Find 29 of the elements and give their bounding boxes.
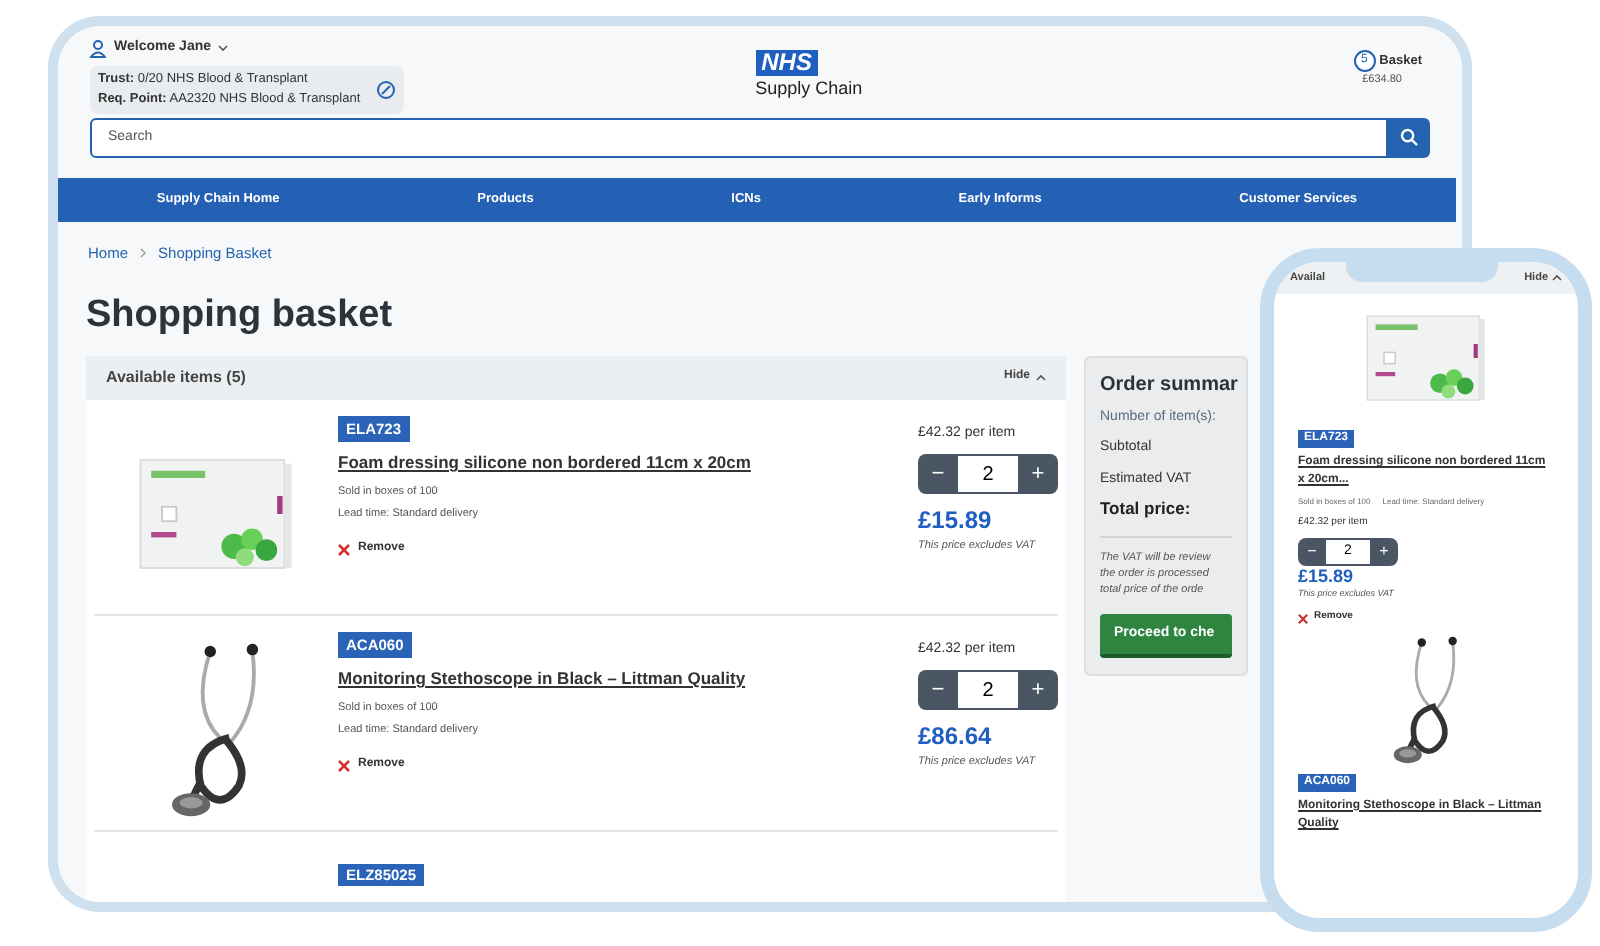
decrease-button[interactable]: −: [918, 670, 958, 711]
chevron-up-icon: [1552, 274, 1562, 282]
increase-button[interactable]: +: [1018, 670, 1058, 711]
decrease-button[interactable]: −: [918, 454, 958, 495]
quantity-field[interactable]: 2: [958, 454, 1018, 495]
product-link[interactable]: Monitoring Stethoscope in Black – Littman Quality: [338, 666, 746, 692]
chevron-down-icon: [217, 44, 228, 53]
chevron-right-icon: [140, 247, 147, 258]
page-title: Shopping basket: [84, 291, 395, 340]
product-link[interactable]: Foam dressing silicone non bordered 11cm x 20cm: [338, 450, 751, 476]
chevron-up-icon: [1036, 373, 1046, 382]
decrease-button[interactable]: −: [1298, 537, 1326, 565]
close-icon: [1298, 613, 1308, 623]
increase-button[interactable]: +: [1370, 537, 1398, 565]
close-icon: [338, 543, 350, 556]
summary-label: Total price:: [1100, 496, 1193, 522]
edit-icon[interactable]: [376, 79, 397, 99]
search-icon: [1400, 128, 1418, 146]
logo-text: Supply Chain: [755, 76, 863, 102]
increase-button[interactable]: +: [1018, 454, 1058, 495]
user-icon: [90, 39, 106, 58]
line-price: £86.64: [918, 720, 992, 755]
quantity-field[interactable]: 2: [958, 670, 1018, 711]
panel-title: Available items (5): [106, 365, 246, 390]
close-icon: [338, 759, 350, 772]
line-price: £15.89: [1298, 565, 1354, 587]
line-price: £15.89: [918, 504, 992, 539]
nhs-logo: NHS: [755, 50, 818, 76]
search-button[interactable]: [1388, 117, 1430, 157]
